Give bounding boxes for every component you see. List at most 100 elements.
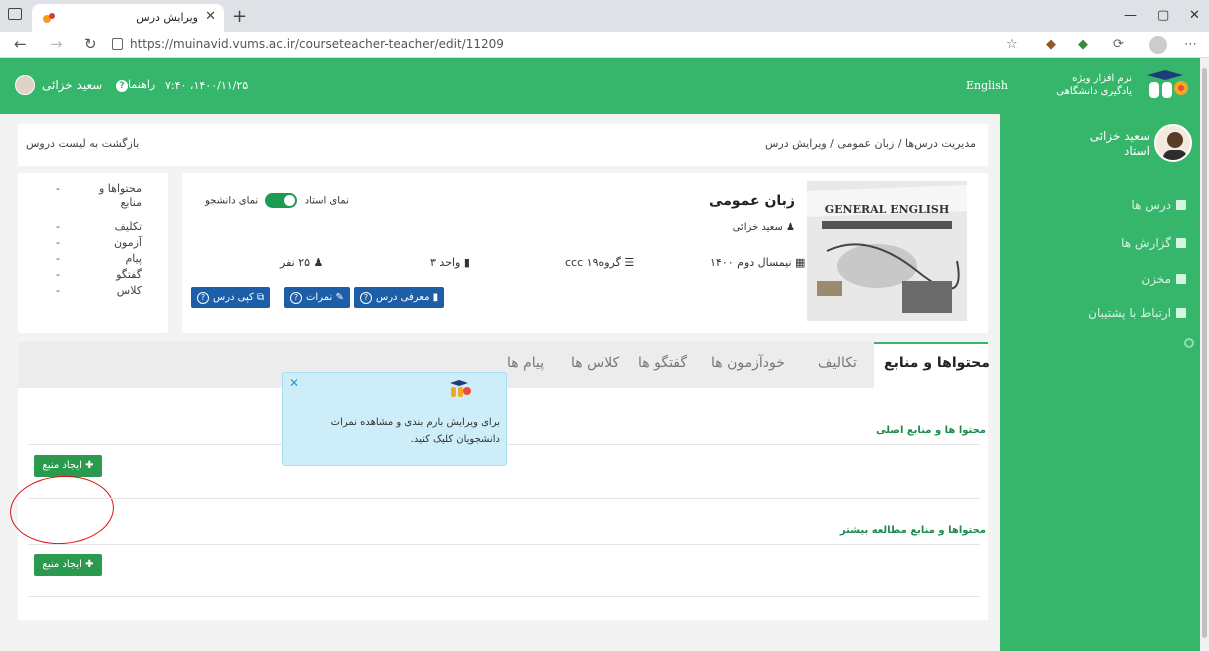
sidebar-user-role: استاد — [1123, 144, 1150, 158]
plus-icon: ✚ — [81, 460, 94, 471]
sidebar-item-repository[interactable]: مخزن — [1010, 272, 1186, 286]
help-circle-icon[interactable]: ? — [360, 292, 372, 304]
brand-line-1: نرم افزار ویژه — [1072, 73, 1132, 84]
view-toggle[interactable]: نمای استاد نمای دانشجو — [205, 193, 349, 208]
course-teacher-name: سعید خزائی — [732, 222, 783, 233]
edit-icon: ✎ — [332, 292, 344, 303]
brand-logo[interactable] — [1143, 66, 1191, 104]
popover-text: برای ویرایش بارم بندی و مشاهده نمرات دان… — [330, 417, 500, 445]
browser-tab[interactable]: ویرایش درس ✕ — [32, 4, 224, 32]
browser-tab-bar: ویرایش درس ✕ + — ▢ ✕ — [0, 0, 1209, 32]
more-menu-icon[interactable]: ⋯ — [1184, 37, 1197, 52]
new-tab-icon[interactable]: + — [232, 6, 247, 27]
tab-messages[interactable]: پیام ها — [507, 355, 544, 371]
divider — [28, 596, 980, 597]
extension-icon[interactable]: ◆ — [1046, 37, 1056, 52]
course-units-text: واحد ۳ — [430, 256, 461, 269]
help-circle-icon[interactable]: ? — [197, 292, 209, 304]
help-link[interactable]: ? راهنما — [113, 78, 155, 92]
envelope-icon — [1176, 308, 1186, 318]
calendar-icon: ▦ — [791, 256, 806, 269]
user-name-top[interactable]: سعید خزائی — [42, 78, 102, 92]
course-units: ▮ واحد ۳ — [430, 256, 470, 269]
lock-icon[interactable] — [112, 38, 123, 50]
tab-classes[interactable]: کلاس ها — [571, 355, 619, 371]
site-favicon-icon — [43, 13, 55, 23]
close-window-icon[interactable]: ✕ — [1189, 8, 1200, 23]
popover-close-icon[interactable]: ✕ — [289, 376, 299, 390]
sidebar-item-label: گزارش ها — [1121, 236, 1171, 250]
tab-discussions[interactable]: گفتگو ها — [638, 355, 687, 371]
copy-course-button[interactable]: ⧉ کپی درس? — [191, 287, 271, 308]
copy-course-label: کپی درس — [213, 292, 254, 303]
tab-assignments[interactable]: تکالیف — [818, 355, 857, 371]
grades-button[interactable]: ✎ نمرات? — [284, 287, 350, 308]
page-scrollbar[interactable] — [1200, 58, 1209, 651]
url-field[interactable]: https://muinavid.vums.ac.ir/courseteache… — [130, 37, 504, 51]
sidebar-user-name: سعید خزائی — [1089, 129, 1150, 143]
favorites-icon[interactable]: ☆ — [1006, 37, 1018, 52]
breadcrumb[interactable]: مدیریت درس‌ها / زبان عمومی / ویرایش درس — [765, 137, 976, 150]
course-group: ☰ گروه۱۹ ccc — [565, 256, 634, 269]
course-title: زبان عمومی — [709, 193, 795, 209]
brand-text: نرم افزار ویژه یادگیری دانشگاهی — [1020, 72, 1132, 98]
brand-line-2: یادگیری دانشگاهی — [1056, 86, 1132, 97]
tab-contents[interactable]: محتواها و منابع — [884, 355, 990, 371]
help-icon: ? — [116, 80, 128, 92]
back-icon[interactable]: ← — [14, 35, 27, 53]
tab-actions-icon[interactable] — [8, 8, 22, 20]
help-circle-icon[interactable]: ? — [290, 292, 302, 304]
sidebar-user: سعید خزائی استاد — [1060, 129, 1150, 159]
course-group-text: گروه۱۹ ccc — [565, 256, 621, 269]
sidebar-item-courses[interactable]: درس ها — [1010, 198, 1186, 212]
course-semester-text: نیمسال دوم ۱۴۰۰ — [710, 256, 792, 269]
summary-label: گفتگو — [116, 268, 142, 281]
language-link[interactable]: English — [966, 79, 1008, 92]
summary-value: - — [56, 182, 60, 195]
minimize-icon[interactable]: — — [1124, 8, 1137, 23]
course-semester: ▦ نیمسال دوم ۱۴۰۰ — [710, 256, 805, 269]
forward-icon[interactable]: → — [50, 35, 63, 53]
create-resource-button[interactable]: ✚ ایجاد منبع — [34, 455, 102, 477]
extension-green-icon[interactable]: ◆ — [1078, 37, 1088, 52]
view-teacher-label: نمای استاد — [304, 195, 349, 207]
tab-close-icon[interactable]: ✕ — [205, 9, 216, 24]
sidebar-avatar — [1154, 124, 1192, 162]
book-icon — [1176, 200, 1186, 210]
popover-logo — [450, 380, 471, 397]
course-cover-image: GENERAL ENGLISH — [807, 181, 967, 321]
tab-self-tests[interactable]: خودآزمون ها — [711, 355, 785, 371]
user-avatar-top[interactable] — [15, 75, 35, 95]
collections-icon[interactable]: ⟳ — [1113, 37, 1124, 52]
create-extra-resource-button[interactable]: ✚ ایجاد منبع — [34, 554, 102, 576]
scrollbar-thumb[interactable] — [1202, 68, 1207, 638]
course-intro-button[interactable]: ▮ معرفی درس? — [354, 287, 445, 308]
divider — [28, 544, 980, 545]
restore-icon[interactable]: ▢ — [1157, 8, 1169, 23]
help-label: راهنما — [128, 78, 156, 91]
profile-avatar[interactable] — [1149, 36, 1167, 54]
cover-title: GENERAL ENGLISH — [825, 203, 950, 216]
summary-label: پیام — [125, 252, 142, 265]
address-bar: ← → ↻ https://muinavid.vums.ac.ir/course… — [0, 32, 1209, 58]
users-icon: ♟ — [310, 256, 324, 269]
book-small-icon: ▮ — [460, 256, 470, 269]
summary-value: - — [56, 268, 60, 281]
book-btn-icon: ▮ — [429, 292, 439, 303]
sidebar — [1000, 114, 1200, 651]
course-students-text: ۲۵ نفر — [280, 256, 311, 269]
file-icon — [1176, 274, 1186, 284]
view-toggle-switch[interactable] — [265, 193, 298, 208]
sidebar-item-label: درس ها — [1131, 198, 1171, 212]
sidebar-item-label: مخزن — [1141, 272, 1171, 286]
breadcrumb-card: مدیریت درس‌ها / زبان عمومی / ویرایش درس … — [18, 124, 988, 166]
summary-label: تکلیف — [114, 220, 142, 233]
sidebar-item-reports[interactable]: گزارش ها — [1010, 236, 1186, 250]
summary-row: محتواها و منابع - — [18, 182, 168, 212]
back-to-courses-link[interactable]: بازگشت به لیست دروس — [26, 137, 139, 150]
sidebar-item-support[interactable]: ارتباط با پشتیبان — [1010, 306, 1186, 320]
reload-icon[interactable]: ↻ — [84, 35, 97, 53]
summary-value: - — [56, 252, 60, 265]
chart-icon — [1176, 238, 1186, 248]
status-dot-icon[interactable] — [1184, 338, 1194, 348]
